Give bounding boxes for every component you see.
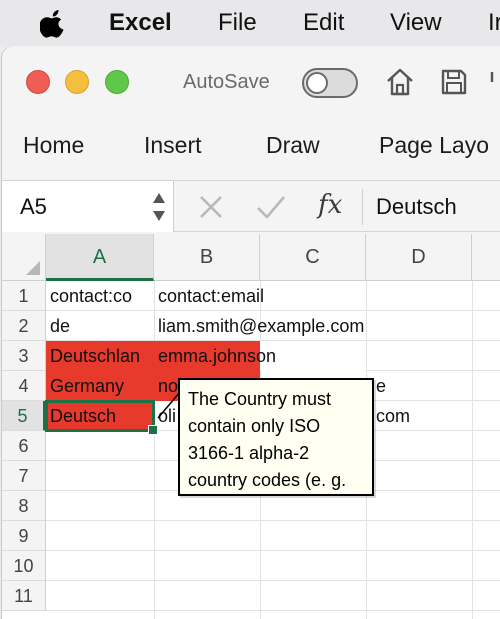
validation-message-text: The Country must contain only ISO 3166-1… [188, 389, 347, 490]
column-header-d[interactable]: D [366, 234, 472, 281]
undo-icon[interactable] [488, 66, 500, 98]
cell-a3[interactable]: Deutschlan [46, 341, 154, 371]
cell-b3[interactable]: emma.johnson [154, 341, 276, 371]
column-header-a[interactable]: A [46, 234, 154, 281]
apple-logo-icon[interactable] [40, 8, 66, 38]
tab-page-layout[interactable]: Page Layo [379, 132, 489, 159]
row-header-9[interactable]: 9 [2, 521, 46, 551]
row-header-8[interactable]: 8 [2, 491, 46, 521]
active-cell-selection [45, 400, 155, 432]
name-box-stepper-icon[interactable] [152, 189, 166, 225]
title-bar: AutoSave [2, 46, 500, 120]
gridline-row-11 [46, 610, 500, 611]
row-header-10[interactable]: 10 [2, 551, 46, 581]
home-icon[interactable] [384, 66, 416, 98]
gridline-row-9 [46, 550, 500, 551]
row-header-6[interactable]: 6 [2, 431, 46, 461]
ribbon-tabs: Home Insert Draw Page Layo [2, 120, 500, 176]
row-header-4[interactable]: 4 [2, 371, 46, 401]
column-header-c[interactable]: C [260, 234, 366, 281]
cell-b2[interactable]: liam.smith@example.com [154, 311, 364, 341]
column-header-b[interactable]: B [154, 234, 260, 281]
menu-file[interactable]: File [218, 9, 257, 37]
row-header-7[interactable]: 7 [2, 461, 46, 491]
name-box[interactable]: A5 [2, 181, 174, 232]
menu-view[interactable]: View [390, 9, 442, 37]
formula-bar: A5 fx Deutsch [2, 180, 500, 232]
gridline-row-8 [46, 520, 500, 521]
cell-c5-overflow[interactable]: com [372, 401, 472, 431]
row-header-3[interactable]: 3 [2, 341, 46, 371]
row-header-5[interactable]: 5 [2, 401, 46, 431]
tab-insert[interactable]: Insert [144, 132, 202, 159]
cancel-formula-icon[interactable] [198, 194, 224, 220]
name-box-value: A5 [20, 194, 47, 219]
menu-app-name[interactable]: Excel [109, 9, 172, 37]
select-all-triangle-icon [26, 261, 40, 275]
excel-window: AutoSave Home Insert Draw Page Layo A5 f… [2, 46, 500, 619]
autosave-toggle[interactable] [302, 68, 358, 98]
formula-input[interactable]: Deutsch [376, 194, 457, 220]
menu-insert-truncated[interactable]: Ir [488, 9, 500, 37]
save-icon[interactable] [438, 66, 470, 98]
validation-input-message: The Country must contain only ISO 3166-1… [178, 378, 374, 496]
gridline-col-e [472, 281, 473, 619]
menu-bar: Excel File Edit View Ir [0, 0, 500, 46]
tab-home[interactable]: Home [23, 132, 84, 159]
minimize-window-button[interactable] [65, 70, 89, 94]
zoom-window-button[interactable] [105, 70, 129, 94]
row-header-11[interactable]: 11 [2, 581, 46, 611]
insert-function-button[interactable]: fx [318, 190, 342, 220]
autosave-label: AutoSave [183, 71, 270, 93]
column-header-e-partial[interactable] [472, 234, 500, 281]
cell-a4[interactable]: Germany [46, 371, 154, 401]
autosave-toggle-knob [306, 72, 328, 94]
cell-c4-overflow[interactable]: e [372, 371, 472, 401]
cell-a1[interactable]: contact:co [46, 281, 154, 311]
enter-formula-icon[interactable] [256, 194, 286, 220]
menu-edit[interactable]: Edit [303, 9, 344, 37]
row-header-2[interactable]: 2 [2, 311, 46, 341]
cell-a2[interactable]: de [46, 311, 154, 341]
select-all-corner[interactable] [2, 234, 46, 281]
fill-handle[interactable] [148, 425, 158, 435]
cell-b1[interactable]: contact:email [154, 281, 264, 311]
close-window-button[interactable] [26, 70, 50, 94]
tab-draw[interactable]: Draw [266, 132, 320, 159]
gridline-row-10 [46, 580, 500, 581]
row-header-1[interactable]: 1 [2, 281, 46, 311]
formula-bar-divider [362, 189, 363, 225]
